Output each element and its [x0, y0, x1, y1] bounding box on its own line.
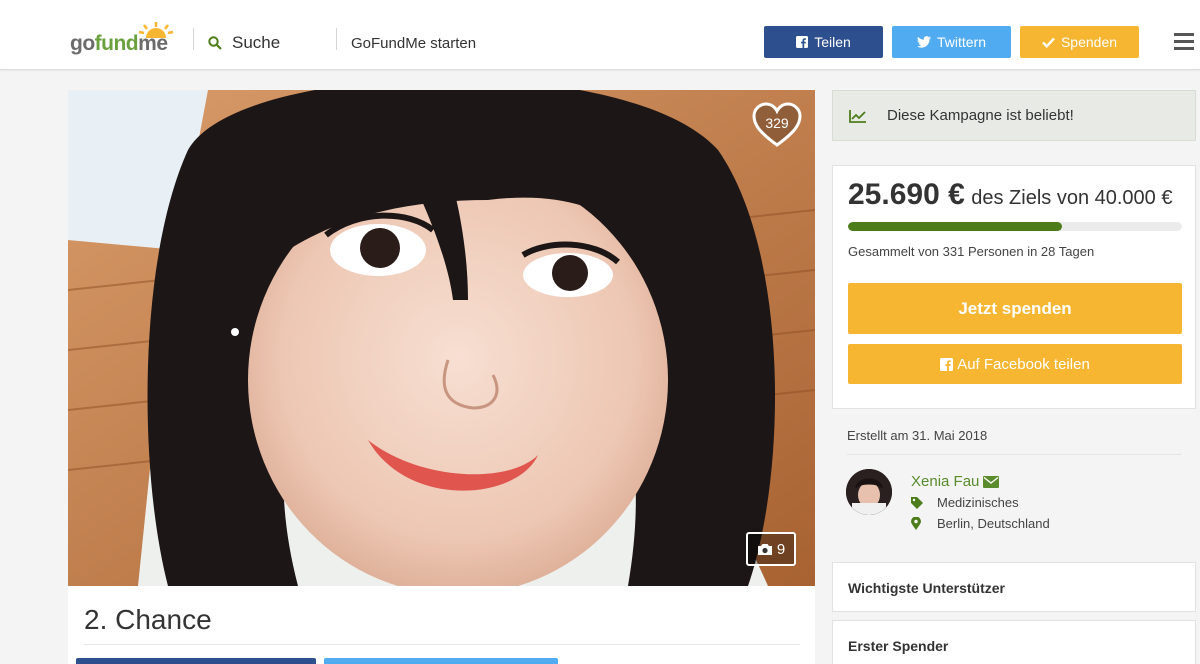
location-row: Berlin, Deutschland — [911, 516, 1050, 531]
tag-icon — [911, 496, 923, 509]
organizer-name: Xenia Fau — [911, 473, 980, 490]
header-donate-button[interactable]: Spenden — [1020, 26, 1139, 58]
location-text: Berlin, Deutschland — [937, 516, 1050, 531]
donate-now-button[interactable]: Jetzt spenden — [848, 283, 1182, 334]
category-row: Medizinisches — [911, 495, 1019, 510]
map-pin-icon — [911, 517, 921, 530]
menu-icon[interactable] — [1174, 33, 1194, 54]
facebook-share-label: Auf Facebook teilen — [957, 355, 1090, 373]
campaign-title: 2. Chance — [84, 604, 212, 635]
trend-icon — [849, 109, 866, 123]
avatar-image — [846, 469, 892, 515]
top-supporters-label: Wichtigste Unterstützer — [848, 580, 1006, 596]
tweet-label: Twittern — [936, 34, 986, 50]
photo-count: 9 — [776, 540, 786, 558]
search-icon — [208, 36, 222, 50]
top-navigation-bar: gofundme Suche GoFundMe starten Teilen T… — [0, 0, 1200, 70]
gofundme-logo[interactable]: gofundme — [70, 22, 180, 56]
popular-text: Diese Kampagne ist beliebt! — [887, 107, 1074, 124]
envelope-icon[interactable] — [983, 475, 1000, 488]
donate-label: Spenden — [1060, 34, 1118, 50]
tweet-button[interactable]: Twittern — [892, 26, 1011, 58]
share-label: Teilen — [814, 34, 851, 50]
twitter-icon — [916, 36, 931, 48]
goal-text: des Ziels von 40.000 € — [971, 187, 1173, 209]
start-campaign-link[interactable]: GoFundMe starten — [351, 35, 476, 52]
share-facebook-button[interactable]: Teilen — [764, 26, 883, 58]
first-donor-label: Erster Spender — [848, 638, 949, 654]
logo-sun-icon — [138, 22, 174, 38]
bottom-facebook-button[interactable] — [76, 658, 316, 664]
created-date: Erstellt am 31. Mai 2018 — [847, 428, 988, 443]
search-link[interactable]: Suche — [208, 33, 280, 53]
check-icon — [1042, 37, 1055, 48]
collected-text: Gesammelt von 331 Personen in 28 Tagen — [848, 244, 1095, 259]
header-divider — [336, 28, 337, 50]
category-text[interactable]: Medizinisches — [937, 495, 1019, 510]
bottom-twitter-button[interactable] — [324, 658, 558, 664]
popular-banner: Diese Kampagne ist beliebt! — [832, 90, 1196, 141]
amount-line: 25.690 € des Ziels von 40.000 € — [848, 178, 1172, 212]
photo-gallery-button[interactable]: 9 — [746, 532, 796, 566]
header-divider — [193, 28, 194, 50]
organizer-avatar[interactable] — [846, 469, 892, 515]
amount-raised: 25.690 € — [848, 178, 965, 211]
progress-fill — [848, 222, 1062, 231]
top-supporters-panel[interactable]: Wichtigste Unterstützer — [832, 562, 1196, 612]
camera-icon — [757, 543, 772, 555]
divider — [84, 644, 800, 645]
campaign-photo-illustration — [68, 90, 815, 586]
progress-bar — [848, 222, 1182, 231]
donation-card: 25.690 € des Ziels von 40.000 € Gesammel… — [832, 165, 1196, 409]
organizer-link[interactable]: Xenia Fau — [911, 473, 1000, 490]
first-donor-panel[interactable]: Erster Spender — [832, 620, 1196, 664]
campaign-photo[interactable] — [68, 90, 815, 586]
facebook-icon — [796, 36, 809, 48]
search-label: Suche — [232, 33, 281, 52]
facebook-share-button[interactable]: Auf Facebook teilen — [848, 344, 1182, 384]
likes-count: 329 — [765, 115, 789, 131]
facebook-icon — [940, 357, 954, 371]
divider — [847, 454, 1181, 455]
